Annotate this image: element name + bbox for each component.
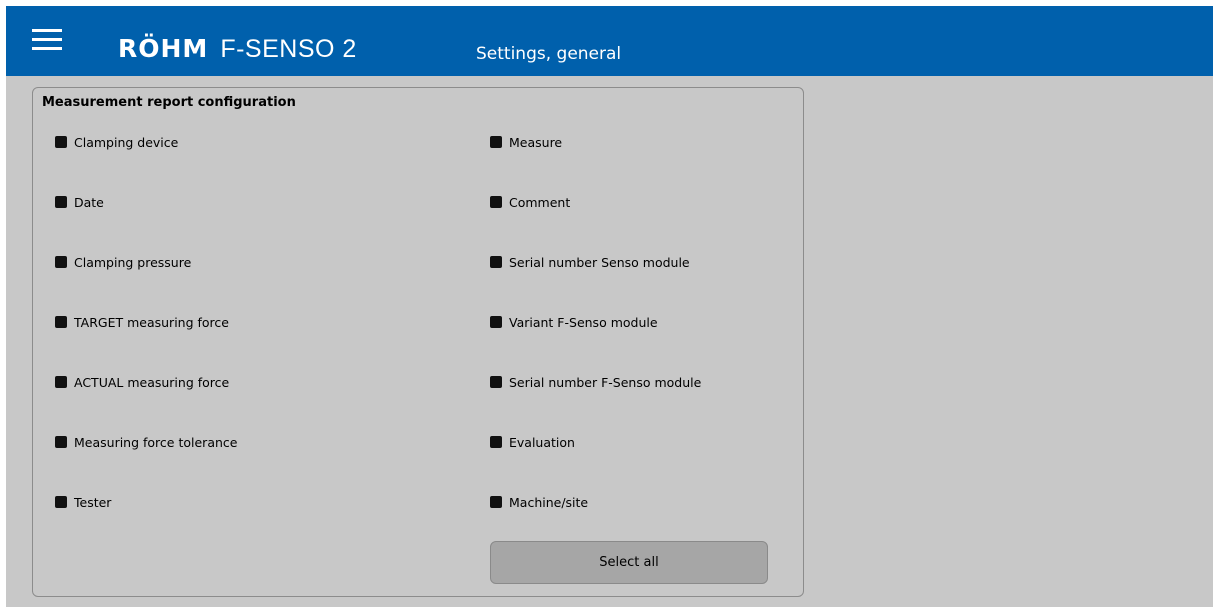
select-all-button[interactable]: Select all [490, 541, 768, 584]
option-label: Date [74, 194, 104, 210]
checkbox-checked[interactable] [55, 256, 67, 268]
checkbox-checked[interactable] [55, 316, 67, 328]
option-machine-site[interactable]: Machine/site [490, 492, 588, 512]
option-clamping-pressure[interactable]: Clamping pressure [55, 252, 191, 272]
option-label: ACTUAL measuring force [74, 374, 230, 390]
product-name: F-SENSO 2 [220, 35, 357, 63]
option-label: Comment [509, 194, 571, 210]
option-label: Measure [509, 134, 563, 150]
option-comment[interactable]: Comment [490, 192, 570, 212]
checkbox-checked[interactable] [55, 496, 67, 508]
brand-logo: RÖHM [118, 34, 209, 63]
checkbox-checked[interactable] [490, 496, 502, 508]
option-label: Serial number Senso module [509, 254, 690, 270]
checkbox-checked[interactable] [55, 196, 67, 208]
checkbox-checked[interactable] [55, 436, 67, 448]
option-variant-f-senso-module[interactable]: Variant F-Senso module [490, 312, 658, 332]
page-title: Settings, general [476, 44, 622, 64]
checkbox-checked[interactable] [55, 376, 67, 388]
header-bar: RÖHM F-SENSO 2 Settings, general [6, 6, 1213, 76]
checkbox-checked[interactable] [490, 256, 502, 268]
option-serial-number-senso-module[interactable]: Serial number Senso module [490, 252, 690, 272]
option-clamping-device[interactable]: Clamping device [55, 132, 178, 152]
option-actual-measuring-force[interactable]: ACTUAL measuring force [55, 372, 229, 392]
logo: RÖHM F-SENSO 2 [118, 34, 357, 64]
option-serial-number-f-senso-module[interactable]: Serial number F-Senso module [490, 372, 701, 392]
option-label: Clamping pressure [74, 254, 192, 270]
option-label: Variant F-Senso module [509, 314, 658, 330]
option-target-measuring-force[interactable]: TARGET measuring force [55, 312, 229, 332]
checkbox-checked[interactable] [490, 436, 502, 448]
option-date[interactable]: Date [55, 192, 104, 212]
option-label: Tester [74, 494, 112, 510]
checkbox-checked[interactable] [490, 136, 502, 148]
option-label: TARGET measuring force [74, 314, 229, 330]
option-label: Machine/site [509, 494, 589, 510]
option-tester[interactable]: Tester [55, 492, 111, 512]
checkbox-checked[interactable] [490, 376, 502, 388]
hamburger-menu-icon[interactable] [30, 26, 64, 54]
option-label: Serial number F-Senso module [509, 374, 702, 390]
option-label: Clamping device [74, 134, 179, 150]
checkbox-checked[interactable] [55, 136, 67, 148]
option-evaluation[interactable]: Evaluation [490, 432, 575, 452]
option-measuring-force-tolerance[interactable]: Measuring force tolerance [55, 432, 237, 452]
app-window: RÖHM F-SENSO 2 Settings, general Measure… [6, 6, 1213, 607]
checkbox-checked[interactable] [490, 196, 502, 208]
option-label: Evaluation [509, 434, 575, 450]
panel-title: Measurement report configuration [42, 95, 296, 110]
measurement-report-panel: Measurement report configuration Clampin… [32, 87, 804, 597]
checkbox-checked[interactable] [490, 316, 502, 328]
option-label: Measuring force tolerance [74, 434, 238, 450]
option-measure[interactable]: Measure [490, 132, 562, 152]
